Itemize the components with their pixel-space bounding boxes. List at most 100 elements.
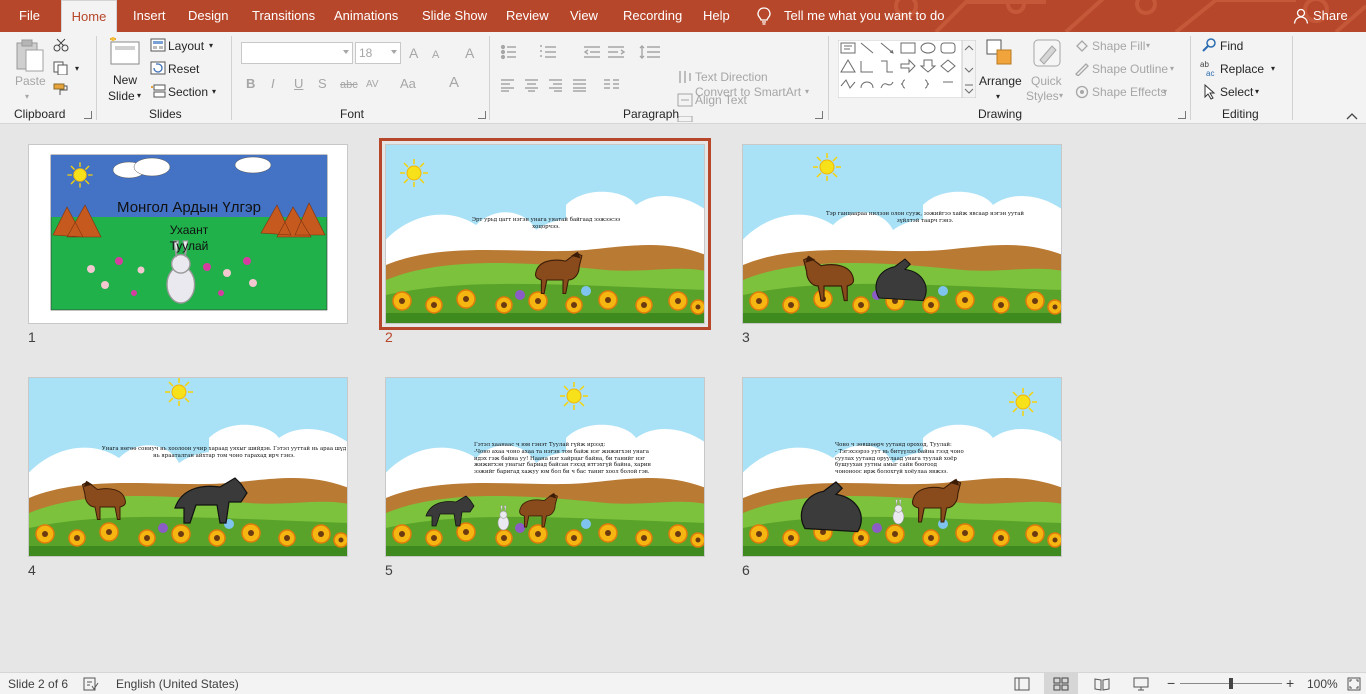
layout-button[interactable]: Layout (168, 38, 204, 54)
clear-formatting-icon[interactable]: A (465, 45, 474, 61)
cut-icon[interactable] (53, 38, 69, 52)
strikethrough-button[interactable]: abc (340, 77, 358, 93)
text-shadow-button[interactable]: S (318, 76, 327, 92)
character-spacing-button[interactable]: AV (366, 77, 379, 93)
share-button[interactable]: Share (1313, 0, 1348, 32)
replace-button[interactable]: Replace (1220, 61, 1264, 77)
slide-thumbnail-3[interactable]: Тэр ганцаараа нилээн олон сууж, ээжийгээ… (742, 144, 1062, 324)
tab-slide-show[interactable]: Slide Show (422, 0, 487, 32)
font-name-combo[interactable] (241, 42, 353, 64)
shape-outline-icon[interactable] (1074, 62, 1090, 76)
tab-design[interactable]: Design (188, 0, 228, 32)
slide-thumbnail-2[interactable]: Эрт урьд цагт нэгэн унага уяатай байгаад… (379, 138, 711, 330)
fit-to-window-icon[interactable] (1347, 677, 1361, 691)
replace-icon[interactable]: abac (1200, 59, 1218, 77)
new-slide-label-1[interactable]: New (113, 72, 137, 88)
tab-view[interactable]: View (570, 0, 598, 32)
shape-outline-button[interactable]: Shape Outline (1092, 61, 1168, 77)
align-text-icon[interactable] (677, 93, 693, 107)
zoom-level[interactable]: 100% (1307, 677, 1338, 691)
slide-thumbnail-5[interactable]: Гэтэл хаанаас ч юм гэнэт Туулай гүйж ирэ… (385, 377, 705, 557)
quick-styles-dropdown-arrow[interactable]: ▾ (1059, 88, 1063, 104)
find-button[interactable]: Find (1220, 38, 1243, 54)
collapse-ribbon-icon[interactable] (1346, 112, 1358, 120)
font-size-combo[interactable]: 18 (355, 42, 401, 64)
alignment-icons[interactable] (500, 78, 640, 92)
underline-button[interactable]: U (294, 76, 303, 92)
shape-effects-icon[interactable] (1074, 85, 1090, 99)
tab-transitions[interactable]: Transitions (252, 0, 315, 32)
clipboard-launcher-icon[interactable] (84, 111, 92, 119)
convert-smartart-button[interactable]: Convert to SmartArt (695, 84, 801, 100)
section-dropdown-arrow[interactable]: ▾ (212, 84, 216, 100)
section-icon[interactable] (150, 84, 166, 98)
normal-view-icon[interactable] (1014, 677, 1030, 691)
replace-dropdown-arrow[interactable]: ▾ (1271, 61, 1275, 77)
tab-file[interactable]: File (19, 0, 40, 32)
language-indicator[interactable]: English (United States) (116, 677, 239, 691)
zoom-slider-thumb[interactable] (1229, 678, 1233, 689)
arrange-icon[interactable] (985, 38, 1015, 68)
drawing-launcher-icon[interactable] (1178, 111, 1186, 119)
convert-smartart-dropdown-arrow[interactable]: ▾ (805, 84, 809, 100)
layout-dropdown-arrow[interactable]: ▾ (209, 38, 213, 54)
copy-dropdown-arrow[interactable]: ▾ (75, 61, 79, 77)
change-case-button[interactable]: Aa (400, 76, 416, 92)
select-button[interactable]: Select (1220, 84, 1253, 100)
tab-animations[interactable]: Animations (334, 0, 398, 32)
zoom-out-button[interactable]: − (1167, 675, 1175, 691)
slide-show-icon[interactable] (1133, 677, 1149, 691)
slide-sorter-view-button[interactable] (1044, 673, 1078, 694)
list-indent-icons[interactable] (500, 44, 670, 60)
slide-thumbnail-1[interactable]: Монгол Ардын Үлгэр Ухаант Туулай (28, 144, 348, 324)
select-cursor-icon[interactable] (1203, 84, 1217, 100)
shape-effects-dropdown-arrow[interactable]: ▾ (1163, 84, 1167, 100)
tab-home[interactable]: Home (61, 0, 117, 32)
bold-button[interactable]: B (246, 76, 255, 92)
shapes-gallery[interactable] (838, 40, 976, 98)
text-direction-icon[interactable] (677, 70, 693, 84)
reset-button[interactable]: Reset (168, 61, 199, 77)
grow-font-icon[interactable]: A (409, 45, 418, 61)
slide-thumbnail-6[interactable]: Чоно ч зөвшөөрч уутанд ороход, Туулай: -… (742, 377, 1062, 557)
new-slide-dropdown-arrow[interactable]: ▾ (137, 88, 141, 104)
shape-effects-button[interactable]: Shape Effects (1092, 84, 1167, 100)
shape-fill-icon[interactable] (1074, 39, 1090, 53)
paragraph-launcher-icon[interactable] (815, 111, 823, 119)
shrink-font-icon[interactable]: A (432, 47, 439, 63)
tab-insert[interactable]: Insert (133, 0, 166, 32)
tab-review[interactable]: Review (506, 0, 549, 32)
arrange-button[interactable]: Arrange (979, 73, 1022, 89)
paste-label[interactable]: Paste (15, 73, 46, 89)
arrange-dropdown-arrow[interactable]: ▾ (996, 89, 1000, 105)
italic-button[interactable]: I (271, 76, 275, 92)
slide-thumbnail-4[interactable]: Унага нөгөө сониуч нь хоолоон учир хараа… (28, 377, 348, 557)
quick-styles-icon[interactable] (1032, 38, 1064, 70)
tell-me-search[interactable]: Tell me what you want to do (784, 0, 944, 32)
shape-fill-dropdown-arrow[interactable]: ▾ (1146, 38, 1150, 54)
new-slide-label-2[interactable]: Slide (108, 88, 135, 104)
zoom-in-button[interactable]: + (1286, 675, 1294, 691)
font-launcher-icon[interactable] (478, 111, 486, 119)
find-icon[interactable] (1202, 38, 1218, 52)
accessibility-check-icon[interactable] (83, 677, 99, 691)
shape-fill-button[interactable]: Shape Fill (1092, 38, 1145, 54)
tab-help[interactable]: Help (703, 0, 730, 32)
text-direction-button[interactable]: Text Direction (695, 69, 768, 85)
reset-icon[interactable] (150, 61, 166, 75)
quick-styles-label-2[interactable]: Styles (1026, 88, 1059, 104)
paste-dropdown-arrow[interactable]: ▾ (25, 89, 29, 105)
smartart-icon[interactable] (677, 116, 693, 122)
paste-icon[interactable] (14, 38, 46, 74)
section-button[interactable]: Section (168, 84, 208, 100)
layout-icon[interactable] (150, 38, 166, 52)
shape-outline-dropdown-arrow[interactable]: ▾ (1170, 61, 1174, 77)
format-painter-icon[interactable] (53, 82, 69, 96)
font-color-button[interactable]: A (449, 75, 459, 91)
new-slide-icon[interactable] (108, 36, 142, 70)
select-dropdown-arrow[interactable]: ▾ (1255, 84, 1259, 100)
slide-counter[interactable]: Slide 2 of 6 (8, 677, 68, 691)
quick-styles-label-1[interactable]: Quick (1031, 73, 1062, 89)
tab-recording[interactable]: Recording (623, 0, 682, 32)
reading-view-icon[interactable] (1094, 677, 1110, 691)
